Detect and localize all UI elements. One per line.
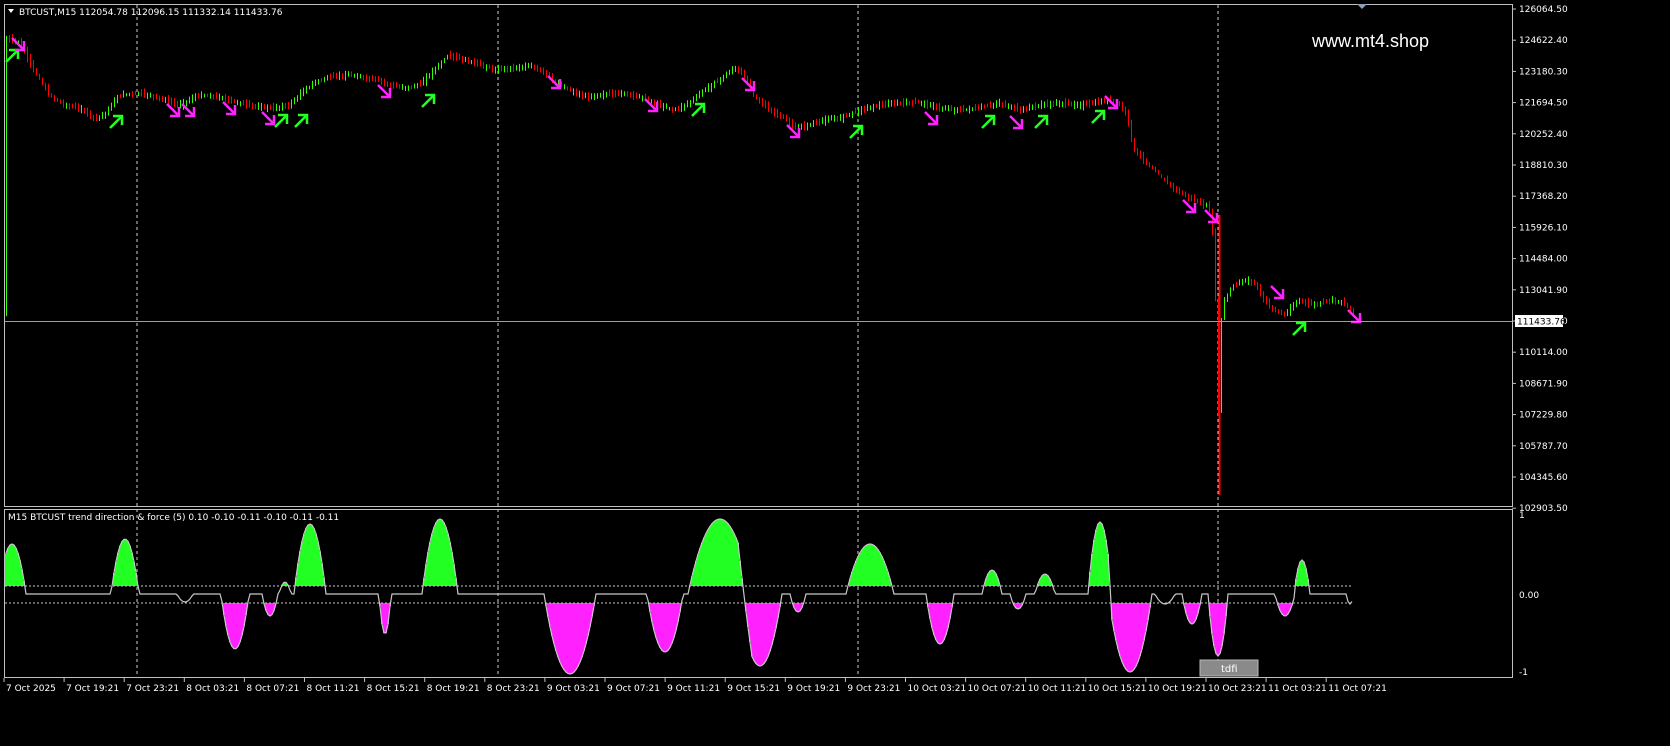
price-level-label: 115926.10 (1519, 223, 1568, 233)
time-label: 9 Oct 15:21 (727, 684, 780, 694)
buy-arrow-icon (274, 113, 289, 128)
watermark-text: www.mt4.shop (1311, 31, 1429, 51)
buy-arrow-icon (421, 93, 436, 108)
scroll-shift-triangle-icon[interactable] (1357, 4, 1367, 9)
time-label: 8 Oct 15:21 (367, 684, 420, 694)
indicator-header-info: M15 BTCUST trend direction & force (5) 0… (8, 513, 339, 523)
trading-chart[interactable]: BTCUST,M15 112054.78 112096.15 111332.14… (0, 0, 1670, 746)
indicator-tab-label: tdfi (1221, 664, 1238, 675)
time-label: 7 Oct 2025 (6, 684, 56, 694)
price-level-label: 113041.90 (1519, 286, 1568, 296)
sell-arrow-icon (377, 84, 392, 99)
sell-arrow-icon (222, 101, 237, 116)
time-label: 7 Oct 19:21 (66, 684, 119, 694)
chart-menu-triangle-icon[interactable] (8, 9, 14, 13)
indicator-line (5, 518, 1353, 675)
price-axis[interactable]: 126064.50 124622.40 123180.30 121694.50 1202… (1512, 5, 1568, 514)
sell-arrow-icon (11, 37, 26, 52)
time-label: 9 Oct 11:21 (667, 684, 720, 694)
sell-arrow-icon (1182, 199, 1197, 214)
price-level-label: 108671.90 (1519, 379, 1568, 389)
buy-arrow-icon (981, 114, 996, 129)
indicator-level-zero: 0.00 (1519, 591, 1539, 601)
buy-arrow-icon (294, 113, 309, 128)
price-level-label: 120252.40 (1519, 130, 1568, 140)
sell-arrow-icon (1009, 115, 1024, 130)
buy-arrow-icon (1091, 109, 1106, 124)
sell-arrow-icon (924, 111, 939, 126)
time-axis[interactable]: 7 Oct 2025 7 Oct 19:21 7 Oct 23:21 8 Oct 03… (3, 678, 1387, 694)
price-level-label: 104345.60 (1519, 473, 1568, 483)
price-level-label: 118810.30 (1519, 161, 1568, 171)
buy-arrow-icon (5, 48, 20, 63)
time-label: 8 Oct 07:21 (246, 684, 299, 694)
buy-arrow-icon (849, 124, 864, 139)
price-level-label: 110114.00 (1519, 348, 1568, 358)
candlesticks (6, 33, 1354, 495)
indicator-level-max: 1 (1519, 511, 1525, 521)
price-level-label: 117368.20 (1519, 192, 1568, 202)
price-level-label: 102903.50 (1519, 504, 1568, 514)
price-level-label: 123180.30 (1519, 67, 1568, 77)
buy-arrow-icon (1292, 321, 1307, 336)
price-level-label: 124622.40 (1519, 36, 1568, 46)
price-level-label: 114484.00 (1519, 255, 1568, 265)
buy-arrow-icon (109, 114, 124, 129)
indicator-histogram (5, 518, 1353, 675)
buy-arrow-icon (691, 102, 706, 117)
time-label: 8 Oct 03:21 (186, 684, 239, 694)
price-level-label: 121694.50 (1519, 99, 1568, 109)
indicator-level-min: -1 (1519, 668, 1528, 678)
time-label: 8 Oct 11:21 (307, 684, 360, 694)
price-level-label: 126064.50 (1519, 5, 1568, 15)
time-label: 8 Oct 19:21 (427, 684, 480, 694)
time-label: 10 Oct 07:21 (968, 684, 1027, 694)
sell-arrow-icon (1204, 209, 1219, 224)
current-price-label: 111433.76 (1517, 318, 1566, 328)
time-label: 9 Oct 23:21 (847, 684, 900, 694)
time-label: 8 Oct 23:21 (487, 684, 540, 694)
sell-arrow-icon (181, 103, 196, 118)
time-label: 10 Oct 15:21 (1088, 684, 1147, 694)
chart-header-info: BTCUST,M15 112054.78 112096.15 111332.14… (19, 8, 283, 18)
time-label: 10 Oct 11:21 (1028, 684, 1087, 694)
time-label: 9 Oct 19:21 (787, 684, 840, 694)
time-label: 10 Oct 03:21 (908, 684, 967, 694)
signal-arrows (5, 37, 1362, 336)
time-label: 10 Oct 23:21 (1208, 684, 1267, 694)
price-level-label: 105787.70 (1519, 442, 1568, 452)
time-label: 9 Oct 03:21 (547, 684, 600, 694)
time-label: 11 Oct 07:21 (1328, 684, 1387, 694)
time-label: 9 Oct 07:21 (607, 684, 660, 694)
main-chart-frame (4, 4, 1513, 507)
sell-arrow-icon (261, 111, 276, 126)
buy-arrow-icon (1034, 114, 1049, 129)
sell-arrow-icon (1270, 285, 1285, 300)
time-label: 10 Oct 19:21 (1148, 684, 1207, 694)
time-label: 7 Oct 23:21 (126, 684, 179, 694)
price-level-label: 107229.80 (1519, 411, 1568, 421)
time-label: 11 Oct 03:21 (1268, 684, 1327, 694)
